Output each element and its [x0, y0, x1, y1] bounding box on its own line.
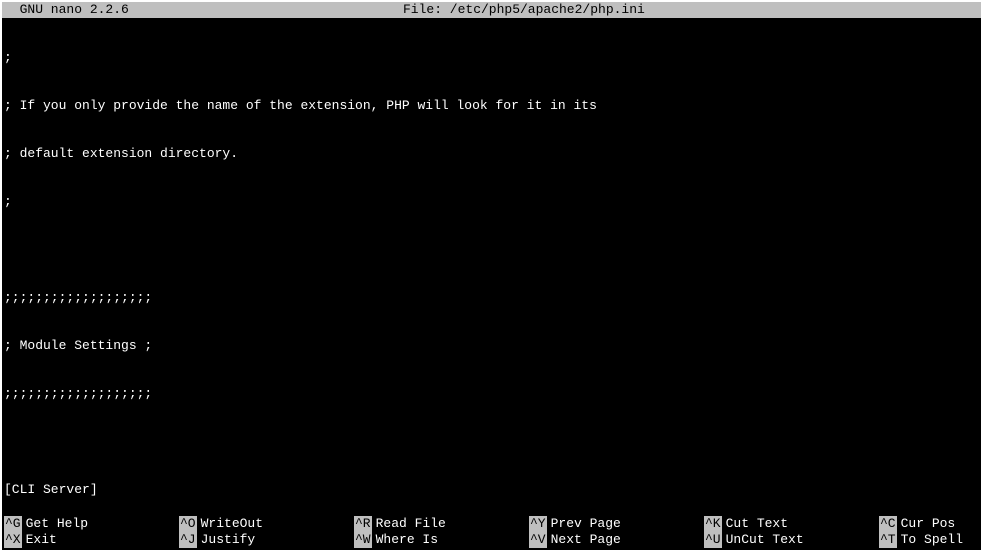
- file-line: ;;;;;;;;;;;;;;;;;;;: [4, 290, 979, 306]
- key-label: ^X: [4, 532, 22, 548]
- file-line: [4, 242, 979, 258]
- file-line: ; Module Settings ;: [4, 338, 979, 354]
- key-label: ^Y: [529, 516, 547, 532]
- cmd-label: Read File: [376, 516, 446, 532]
- file-line: ;: [4, 194, 979, 210]
- cmd-uncut-text[interactable]: ^UUnCut Text: [704, 532, 879, 548]
- file-line: ;: [4, 50, 979, 66]
- file-line: ;;;;;;;;;;;;;;;;;;;: [4, 386, 979, 402]
- key-label: ^R: [354, 516, 372, 532]
- cmd-label: Cut Text: [726, 516, 788, 532]
- key-label: ^G: [4, 516, 22, 532]
- file-line: ; If you only provide the name of the ex…: [4, 98, 979, 114]
- cmd-where-is[interactable]: ^WWhere Is: [354, 532, 529, 548]
- file-line: [CLI Server]: [4, 482, 979, 498]
- cmd-label: To Spell: [901, 532, 963, 548]
- key-label: ^O: [179, 516, 197, 532]
- cmd-next-page[interactable]: ^VNext Page: [529, 532, 704, 548]
- cmd-label: UnCut Text: [726, 532, 804, 548]
- cmd-label: Cur Pos: [901, 516, 956, 532]
- command-bar: ^GGet Help ^OWriteOut ^RRead File ^YPrev…: [2, 516, 981, 550]
- command-row: ^GGet Help ^OWriteOut ^RRead File ^YPrev…: [4, 516, 979, 532]
- cmd-label: Justify: [201, 532, 256, 548]
- cmd-label: Next Page: [551, 532, 621, 548]
- cmd-label: Where Is: [376, 532, 438, 548]
- nano-terminal: GNU nano 2.2.6 File: /etc/php5/apache2/p…: [0, 0, 983, 552]
- app-name: GNU nano 2.2.6: [4, 2, 129, 18]
- key-label: ^C: [879, 516, 897, 532]
- cmd-label: Exit: [26, 532, 57, 548]
- cmd-label: WriteOut: [201, 516, 263, 532]
- cmd-to-spell[interactable]: ^TTo Spell: [879, 532, 963, 548]
- cmd-read-file[interactable]: ^RRead File: [354, 516, 529, 532]
- cmd-get-help[interactable]: ^GGet Help: [4, 516, 179, 532]
- cmd-writeout[interactable]: ^OWriteOut: [179, 516, 354, 532]
- cmd-label: Get Help: [26, 516, 88, 532]
- cmd-exit[interactable]: ^XExit: [4, 532, 179, 548]
- file-line: [4, 434, 979, 450]
- key-label: ^J: [179, 532, 197, 548]
- title-right-spacer: [919, 2, 979, 18]
- key-label: ^K: [704, 516, 722, 532]
- cmd-prev-page[interactable]: ^YPrev Page: [529, 516, 704, 532]
- cmd-label: Prev Page: [551, 516, 621, 532]
- cmd-justify[interactable]: ^JJustify: [179, 532, 354, 548]
- key-label: ^V: [529, 532, 547, 548]
- key-label: ^T: [879, 532, 897, 548]
- cmd-cur-pos[interactable]: ^CCur Pos: [879, 516, 955, 532]
- title-bar: GNU nano 2.2.6 File: /etc/php5/apache2/p…: [2, 2, 981, 18]
- file-path: File: /etc/php5/apache2/php.ini: [129, 2, 919, 18]
- cmd-cut-text[interactable]: ^KCut Text: [704, 516, 879, 532]
- key-label: ^U: [704, 532, 722, 548]
- command-row: ^XExit ^JJustify ^WWhere Is ^VNext Page …: [4, 532, 979, 548]
- file-line: ; default extension directory.: [4, 146, 979, 162]
- key-label: ^W: [354, 532, 372, 548]
- editor-area[interactable]: ; ; If you only provide the name of the …: [2, 18, 981, 516]
